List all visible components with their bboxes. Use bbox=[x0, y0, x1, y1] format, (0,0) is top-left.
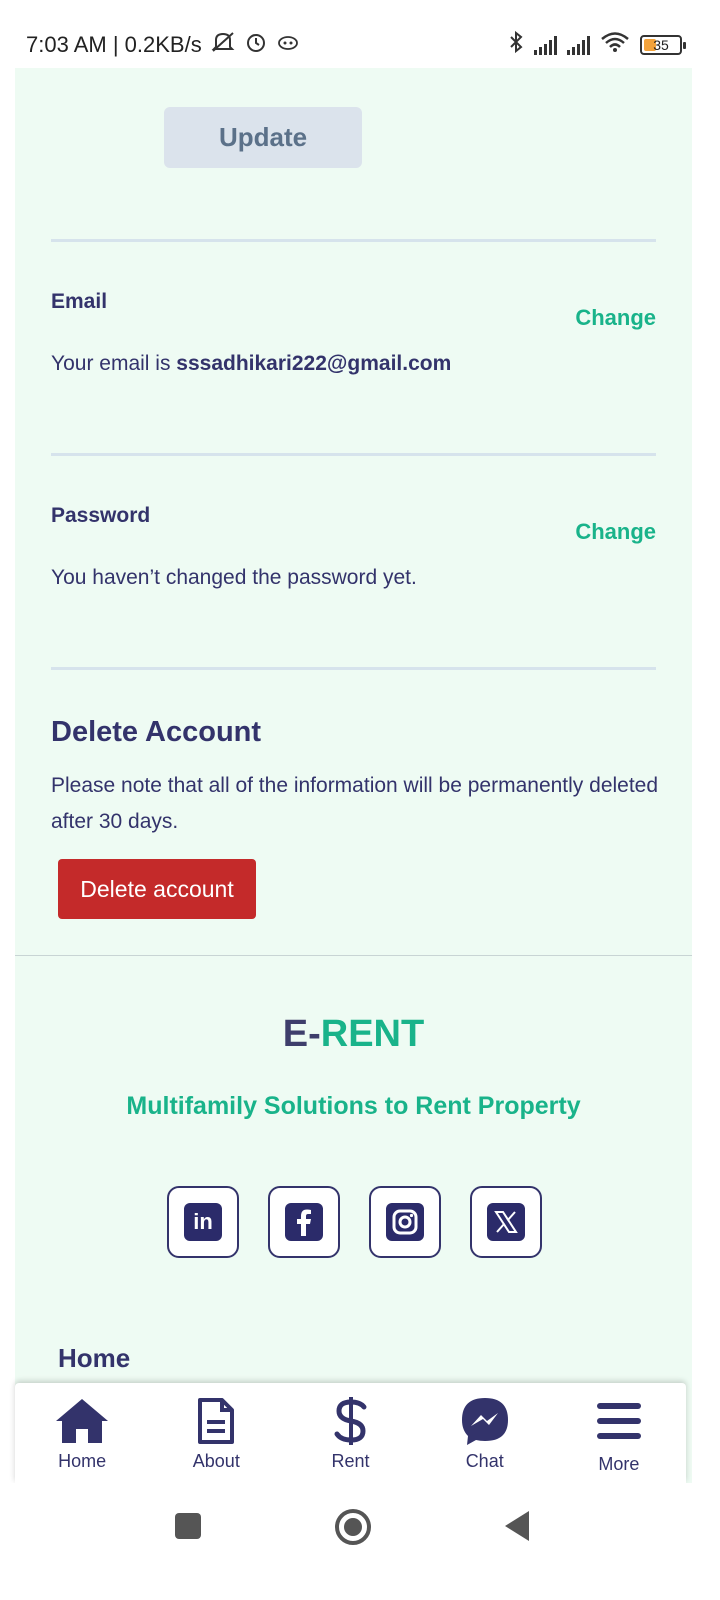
nav-label-more: More bbox=[598, 1454, 640, 1474]
change-password-link[interactable]: Change bbox=[575, 519, 656, 545]
signal-icon-2 bbox=[567, 35, 590, 55]
profile-content: Update Email Change Your email is sssadh… bbox=[15, 68, 692, 1483]
messenger-icon bbox=[457, 1393, 513, 1449]
delete-account-button[interactable]: Delete account bbox=[58, 859, 256, 919]
back-button[interactable] bbox=[503, 1509, 531, 1548]
nav-item-home[interactable]: Home bbox=[15, 1383, 149, 1483]
email-prefix: Your email is bbox=[51, 352, 177, 375]
system-nav-bar bbox=[0, 1483, 720, 1600]
update-button[interactable]: Update bbox=[164, 107, 362, 168]
instagram-icon bbox=[386, 1203, 424, 1241]
divider bbox=[51, 453, 656, 456]
facebook-icon bbox=[285, 1203, 323, 1241]
dollar-icon bbox=[323, 1393, 379, 1449]
divider bbox=[51, 667, 656, 670]
change-email-link[interactable]: Change bbox=[575, 305, 656, 331]
tagline: Multifamily Solutions to Rent Property bbox=[126, 1092, 581, 1120]
nav-label-about: About bbox=[192, 1451, 240, 1471]
home-icon bbox=[54, 1393, 110, 1449]
battery-icon: 35 bbox=[640, 34, 686, 55]
status-bar: 7:03 AM | 0.2KB/s 35 bbox=[0, 0, 720, 68]
wifi-icon bbox=[600, 31, 630, 58]
nav-item-more[interactable]: More bbox=[552, 1383, 686, 1483]
bottom-nav: Home About Rent Chat More bbox=[15, 1383, 686, 1483]
email-address: sssadhikari222@gmail.com bbox=[176, 352, 452, 375]
battery-level: 35 bbox=[653, 36, 669, 53]
email-label: Email bbox=[51, 290, 108, 313]
password-label: Password bbox=[51, 504, 151, 527]
document-icon bbox=[188, 1393, 244, 1449]
home-nav-button[interactable] bbox=[334, 1508, 372, 1551]
footer-home-link[interactable]: Home bbox=[58, 1343, 130, 1374]
signal-icon bbox=[534, 35, 557, 55]
footer-divider bbox=[15, 955, 692, 956]
mute-icon bbox=[210, 31, 236, 59]
brand-part-1: E- bbox=[282, 1013, 321, 1055]
menu-icon bbox=[591, 1393, 647, 1449]
x-icon bbox=[487, 1203, 525, 1241]
nav-label-home: Home bbox=[58, 1451, 107, 1471]
linkedin-icon: in bbox=[184, 1203, 222, 1241]
nav-item-rent[interactable]: Rent bbox=[283, 1383, 417, 1483]
status-right: 35 bbox=[508, 30, 686, 59]
nav-item-chat[interactable]: Chat bbox=[418, 1383, 552, 1483]
facebook-link[interactable] bbox=[268, 1186, 340, 1258]
instagram-link[interactable] bbox=[369, 1186, 441, 1258]
brand-logo: E-RENT bbox=[15, 1013, 692, 1056]
status-time: 7:03 AM | 0.2KB/s bbox=[26, 32, 202, 57]
linkedin-link[interactable]: in bbox=[167, 1186, 239, 1258]
nav-item-about[interactable]: About bbox=[149, 1383, 283, 1483]
brand-part-2: RENT bbox=[320, 1013, 425, 1055]
nav-label-chat: Chat bbox=[465, 1451, 504, 1471]
divider bbox=[51, 239, 656, 242]
password-text: You haven’t changed the password yet. bbox=[51, 566, 417, 589]
delete-account-note: Please note that all of the information … bbox=[51, 774, 659, 833]
social-links: in bbox=[167, 1186, 542, 1258]
x-link[interactable] bbox=[470, 1186, 542, 1258]
delete-account-title: Delete Account bbox=[51, 716, 262, 748]
recents-button[interactable] bbox=[174, 1512, 202, 1545]
alarm-icon bbox=[244, 30, 268, 60]
nav-label-rent: Rent bbox=[331, 1451, 370, 1471]
mascot-icon bbox=[276, 32, 300, 58]
bluetooth-icon bbox=[508, 30, 524, 59]
email-text: Your email is sssadhikari222@gmail.com bbox=[51, 352, 451, 376]
status-left: 7:03 AM | 0.2KB/s bbox=[26, 30, 300, 60]
